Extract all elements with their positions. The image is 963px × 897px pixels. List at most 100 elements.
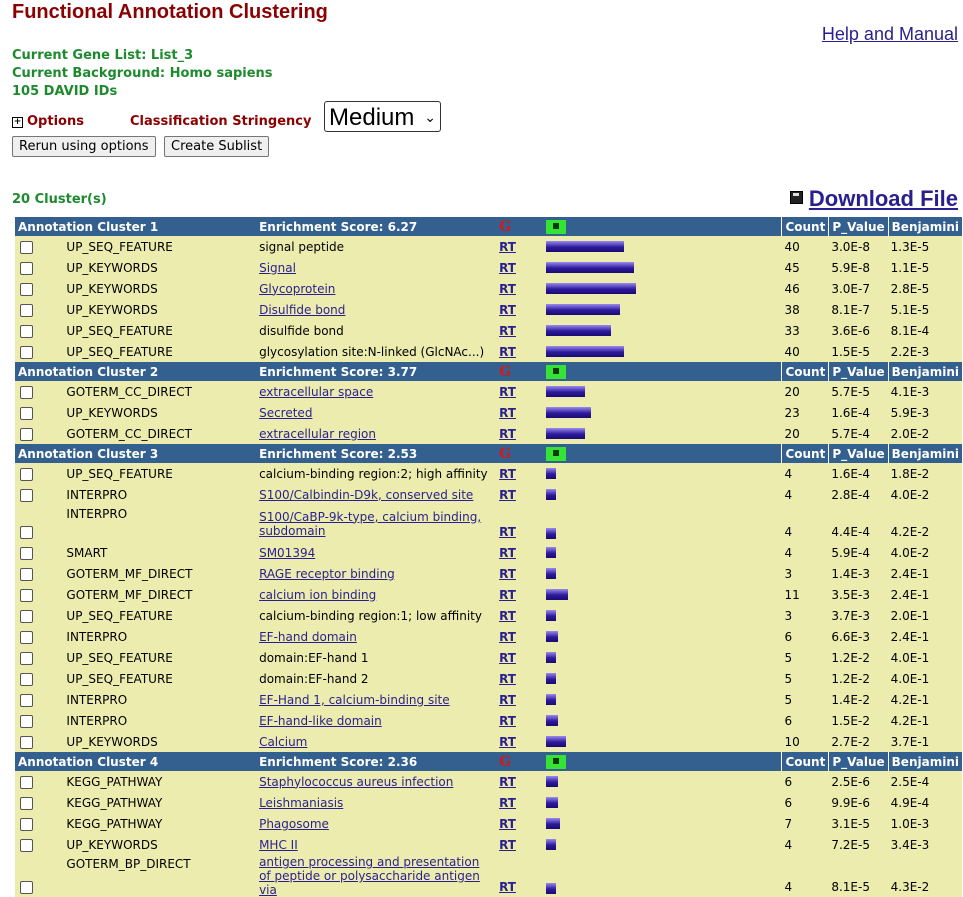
rt-link[interactable]: RT xyxy=(499,651,516,665)
rt-link[interactable]: RT xyxy=(499,775,516,789)
stringency-label: Classification Stringency xyxy=(130,114,312,129)
rt-link[interactable]: RT xyxy=(499,609,516,623)
row-checkbox[interactable] xyxy=(20,488,33,502)
rt-link[interactable]: RT xyxy=(499,525,516,539)
rt-link[interactable]: RT xyxy=(499,714,516,728)
row-checkbox[interactable] xyxy=(20,817,33,831)
row-checkbox[interactable] xyxy=(20,693,33,707)
rt-link[interactable]: RT xyxy=(499,467,516,481)
term-cell[interactable]: EF-Hand 1, calcium-binding site xyxy=(259,693,450,707)
row-checkbox[interactable] xyxy=(20,526,33,539)
row-checkbox[interactable] xyxy=(20,838,33,852)
row-checkbox[interactable] xyxy=(20,609,33,623)
row-checkbox[interactable] xyxy=(20,672,33,686)
rt-link[interactable]: RT xyxy=(499,567,516,581)
rt-link[interactable]: RT xyxy=(499,630,516,644)
rt-link[interactable]: RT xyxy=(499,303,516,317)
rt-link[interactable]: RT xyxy=(499,817,516,831)
rt-link[interactable]: RT xyxy=(499,261,516,275)
row-checkbox[interactable] xyxy=(20,714,33,728)
cluster-chart-icon[interactable] xyxy=(545,219,566,234)
rerun-button[interactable]: Rerun using options xyxy=(12,136,156,157)
category-cell: GOTERM_BP_DIRECT xyxy=(63,855,257,897)
rt-link[interactable]: RT xyxy=(499,488,516,502)
gene-report-icon[interactable]: G xyxy=(499,446,511,462)
download-file-link[interactable]: Download File xyxy=(789,186,958,212)
row-checkbox[interactable] xyxy=(20,240,33,254)
term-cell[interactable]: SM01394 xyxy=(259,546,315,560)
rt-link[interactable]: RT xyxy=(499,406,516,420)
rt-link[interactable]: RT xyxy=(499,672,516,686)
term-cell[interactable]: antigen processing and presentation of p… xyxy=(259,855,480,897)
term-cell[interactable]: Phagosome xyxy=(259,817,329,831)
cluster-chart-icon[interactable] xyxy=(545,364,566,379)
category-cell: INTERPRO xyxy=(63,689,257,710)
rt-link[interactable]: RT xyxy=(499,385,516,399)
row-checkbox[interactable] xyxy=(20,546,33,560)
term-cell[interactable]: calcium ion binding xyxy=(259,588,376,602)
gene-report-icon[interactable]: G xyxy=(499,364,511,380)
rt-link[interactable]: RT xyxy=(499,838,516,852)
row-checkbox[interactable] xyxy=(20,588,33,602)
row-checkbox[interactable] xyxy=(20,630,33,644)
rt-link[interactable]: RT xyxy=(499,324,516,338)
count-cell: 10 xyxy=(781,731,829,752)
category-cell: UP_SEQ_FEATURE xyxy=(63,236,257,257)
rt-link[interactable]: RT xyxy=(499,546,516,560)
help-manual-link[interactable]: Help and Manual xyxy=(822,24,958,45)
row-checkbox[interactable] xyxy=(20,567,33,581)
row-checkbox[interactable] xyxy=(20,735,33,749)
row-checkbox[interactable] xyxy=(20,467,33,481)
row-checkbox[interactable] xyxy=(20,303,33,317)
rt-link[interactable]: RT xyxy=(499,240,516,254)
gene-report-icon[interactable]: G xyxy=(499,219,511,235)
rt-link[interactable]: RT xyxy=(499,735,516,749)
rt-link[interactable]: RT xyxy=(499,796,516,810)
row-checkbox[interactable] xyxy=(20,406,33,420)
term-cell[interactable]: Signal xyxy=(259,261,296,275)
row-checkbox[interactable] xyxy=(20,282,33,296)
download-label: Download File xyxy=(808,186,958,211)
term-cell[interactable]: EF-hand domain xyxy=(259,630,357,644)
cluster-chart-icon[interactable] xyxy=(545,754,566,769)
rt-link[interactable]: RT xyxy=(499,880,516,894)
term-cell[interactable]: Leishmaniasis xyxy=(259,796,343,810)
rt-link[interactable]: RT xyxy=(499,693,516,707)
category-cell: KEGG_PATHWAY xyxy=(63,771,257,792)
rt-link[interactable]: RT xyxy=(499,588,516,602)
term-cell[interactable]: MHC II xyxy=(259,838,298,852)
term-cell[interactable]: S100/CaBP-9k-type, calcium binding, subd… xyxy=(259,510,481,538)
row-checkbox[interactable] xyxy=(20,345,33,359)
row-checkbox[interactable] xyxy=(20,651,33,665)
options-toggle[interactable]: + Options xyxy=(12,114,84,129)
count-cell: 45 xyxy=(781,257,829,278)
term-cell[interactable]: Disulfide bond xyxy=(259,303,345,317)
cluster-chart-icon[interactable] xyxy=(545,446,566,461)
stringency-select[interactable]: Medium ⌄ xyxy=(324,101,441,132)
row-checkbox[interactable] xyxy=(20,881,33,894)
row-checkbox[interactable] xyxy=(20,775,33,789)
term-cell[interactable]: S100/Calbindin-D9k, conserved site xyxy=(259,488,473,502)
row-checkbox[interactable] xyxy=(20,427,33,441)
row-checkbox[interactable] xyxy=(20,385,33,399)
count-bar xyxy=(545,325,611,336)
rt-link[interactable]: RT xyxy=(499,345,516,359)
term-cell[interactable]: Glycoprotein xyxy=(259,282,335,296)
count-cell: 20 xyxy=(781,423,829,444)
count-bar xyxy=(545,262,634,273)
term-cell[interactable]: Secreted xyxy=(259,406,312,420)
create-sublist-button[interactable]: Create Sublist xyxy=(164,136,270,157)
term-cell[interactable]: extracellular space xyxy=(259,385,373,399)
term-cell[interactable]: extracellular region xyxy=(259,427,376,441)
rt-link[interactable]: RT xyxy=(499,282,516,296)
term-cell[interactable]: RAGE receptor binding xyxy=(259,567,395,581)
rt-link[interactable]: RT xyxy=(499,427,516,441)
row-checkbox[interactable] xyxy=(20,261,33,275)
david-ids-label: 105 DAVID IDs xyxy=(12,84,118,99)
gene-report-icon[interactable]: G xyxy=(499,754,511,770)
row-checkbox[interactable] xyxy=(20,796,33,810)
term-cell[interactable]: EF-hand-like domain xyxy=(259,714,382,728)
row-checkbox[interactable] xyxy=(20,324,33,338)
term-cell[interactable]: Staphylococcus aureus infection xyxy=(259,775,453,789)
term-cell[interactable]: Calcium xyxy=(259,735,307,749)
